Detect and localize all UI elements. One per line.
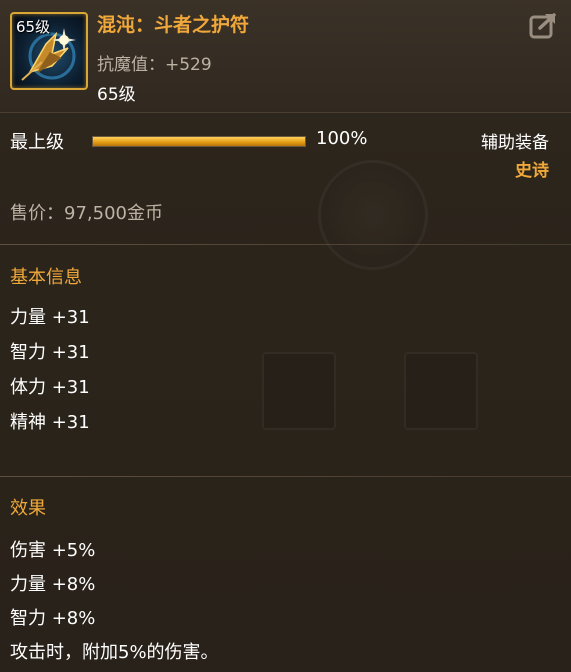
background-ring-decoration xyxy=(318,160,428,270)
grade-progress-text: 100% xyxy=(316,128,368,149)
item-name: 混沌：斗者之护符 xyxy=(97,14,250,36)
item-level: 65级 xyxy=(97,85,136,105)
effect-line: 攻击时，附加5%的伤害。 xyxy=(10,642,219,663)
stat-line: 体力 +31 xyxy=(10,377,90,398)
stat-line: 精神 +31 xyxy=(10,412,90,433)
effect-line: 伤害 +5% xyxy=(10,540,96,561)
stat-line: 智力 +31 xyxy=(10,342,90,363)
grade-progress-bar xyxy=(92,136,306,147)
resist-value: 抗魔值：+529 xyxy=(97,55,212,75)
item-icon-frame[interactable]: 65级 xyxy=(10,12,88,90)
tooltip-header: 65级 混沌：斗者之护符 抗魔值：+529 65级 xyxy=(0,0,571,113)
grade-label: 最上级 xyxy=(10,132,64,153)
stat-line: 力量 +31 xyxy=(10,307,90,328)
grade-progress-fill xyxy=(93,137,305,146)
rarity-label: 史诗 xyxy=(515,161,549,181)
sell-price: 售价：97,500金币 xyxy=(10,203,163,224)
share-icon[interactable] xyxy=(528,10,558,40)
effects-title: 效果 xyxy=(10,498,46,519)
item-level-badge: 65级 xyxy=(16,18,51,36)
effect-line: 智力 +8% xyxy=(10,608,96,629)
background-slot-decoration xyxy=(262,352,336,430)
divider xyxy=(0,476,571,477)
effect-line: 力量 +8% xyxy=(10,574,96,595)
background-slot-decoration xyxy=(404,352,478,430)
divider xyxy=(0,244,571,245)
basic-info-title: 基本信息 xyxy=(10,267,82,288)
item-tooltip: 65级 混沌：斗者之护符 抗魔值：+529 65级 最上级 100% 辅助装备 … xyxy=(0,0,571,672)
equip-type: 辅助装备 xyxy=(481,133,549,153)
